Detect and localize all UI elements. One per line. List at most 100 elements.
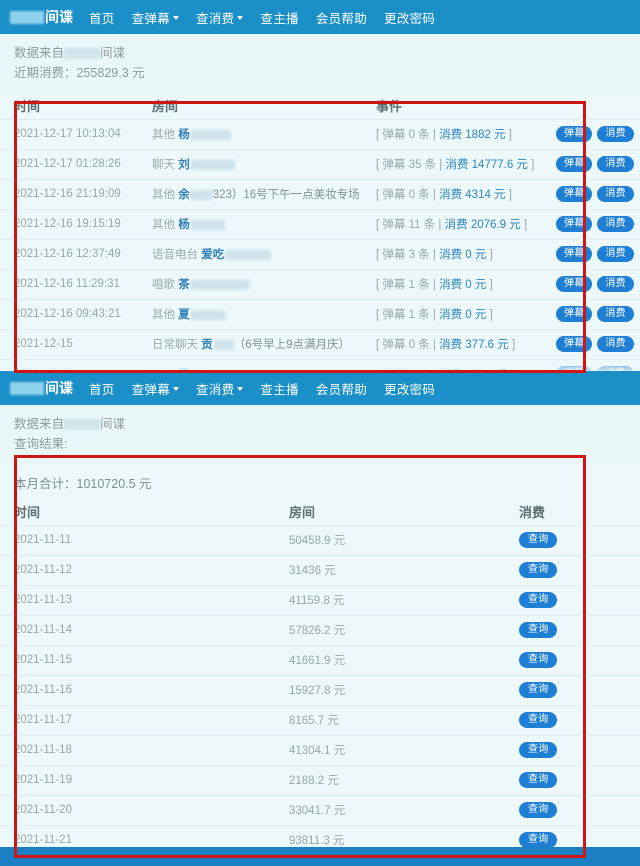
- table-row: 2021-12-16 19:15:19 其他 杨[ 弹幕 11 条 | 消费 20…: [0, 209, 640, 240]
- room-anchor-name[interactable]: 夏: [178, 309, 190, 321]
- table-row: 2021-12-16 09:43:21 其他 夏[ 弹幕 1 条 | 消费 0 元…: [0, 299, 640, 330]
- daily-spend-table: 时间 房间 消费 2021-11-11 50458.9 元查询 2021-11-12…: [0, 499, 640, 866]
- event-separator: 条 |: [415, 189, 440, 201]
- cell-event: [ 弹幕 35 条 | 消费 14777.6 元 ]: [362, 149, 540, 180]
- table-row: 2021-12-15其他 杨[ 弹幕 0 条 | 消费 377.6 元 ]弹幕消…: [0, 359, 640, 371]
- view-danmu-button[interactable]: 弹幕: [556, 336, 593, 352]
- event-separator: 条 |: [415, 279, 440, 291]
- room-anchor-name[interactable]: 杨: [178, 219, 190, 231]
- view-danmu-button[interactable]: 弹幕: [556, 246, 593, 262]
- event-spend-amount: 消费 377.6 元: [439, 339, 509, 351]
- event-separator: 条 |: [420, 219, 445, 231]
- data-source-prefix: 数据来自: [14, 417, 65, 431]
- query-button[interactable]: 查询: [519, 682, 558, 698]
- query-button[interactable]: 查询: [519, 832, 558, 848]
- table-row: 2021-12-16 11:29:31 唱歌 茶[ 弹幕 1 条 | 消费 0 元…: [0, 269, 640, 300]
- nav-item-help[interactable]: 会员帮助: [316, 379, 367, 398]
- view-spend-button[interactable]: 消费: [597, 156, 634, 172]
- table-row: 2021-11-19 2188.2 元查询: [0, 765, 640, 796]
- nav-item-anchor[interactable]: 查主播: [260, 8, 298, 27]
- view-spend-button[interactable]: 消费: [597, 216, 634, 232]
- nav-item-anchor[interactable]: 查主播: [260, 379, 298, 398]
- data-source-redacted-block: [64, 419, 101, 431]
- table-row: 2021-11-18 41304.1 元查询: [0, 735, 640, 766]
- event-danmu-prefix: [ 弹幕: [376, 309, 409, 321]
- recent-spend-value: 255829.3 元: [76, 66, 145, 80]
- event-danmu-prefix: [ 弹幕: [376, 279, 409, 291]
- cell-actions: 查询: [505, 525, 640, 556]
- room-category: 其他: [152, 189, 179, 201]
- site-brand[interactable]: 间谍: [10, 7, 73, 27]
- view-danmu-button[interactable]: 弹幕: [556, 276, 593, 292]
- event-separator: 条 |: [415, 249, 440, 261]
- view-danmu-button[interactable]: 弹幕: [556, 306, 593, 322]
- cell-room: 语音电台 爱吃: [138, 239, 362, 270]
- cell-date: 2021-11-20: [0, 795, 275, 826]
- nav-item-danmu[interactable]: 查弹幕: [132, 379, 180, 398]
- view-danmu-button[interactable]: 弹幕: [556, 186, 593, 202]
- view-spend-button[interactable]: 消费: [597, 126, 634, 142]
- records-table-body: 2021-12-17 10:13:04 其他 杨[ 弹幕 0 条 | 消费 188…: [0, 119, 640, 371]
- query-button[interactable]: 查询: [519, 622, 558, 638]
- cell-amount: 8165.7 元: [275, 705, 505, 736]
- cell-time: 2021-12-15: [0, 329, 138, 360]
- query-button[interactable]: 查询: [519, 772, 558, 788]
- table-row: 2021-11-14 57826.2 元查询: [0, 615, 640, 646]
- table-row: 2021-11-12 31436 元查询: [0, 555, 640, 586]
- site-brand[interactable]: 间谍: [10, 378, 73, 398]
- cell-actions: 弹幕消费: [540, 179, 640, 210]
- view-danmu-button[interactable]: 弹幕: [556, 216, 593, 232]
- room-anchor-name[interactable]: 茶: [178, 279, 190, 291]
- cell-amount: 41661.9 元: [275, 645, 505, 676]
- query-button[interactable]: 查询: [519, 532, 558, 548]
- cell-room: 其他 杨: [138, 209, 362, 240]
- query-button[interactable]: 查询: [519, 712, 558, 728]
- room-anchor-name[interactable]: 爱吃: [201, 249, 224, 261]
- nav-item-spend[interactable]: 查消费: [196, 8, 244, 27]
- event-danmu-prefix: [ 弹幕: [376, 249, 409, 261]
- view-spend-button[interactable]: 消费: [597, 246, 634, 262]
- view-danmu-button[interactable]: 弹幕: [556, 126, 593, 142]
- nav-item-home[interactable]: 首页: [89, 8, 115, 27]
- daily-spend-panel: 本月合计：1010720.5 元 时间 房间 消费 2021-11-11 5045…: [0, 464, 640, 866]
- cell-actions: 查询: [505, 705, 640, 736]
- data-source-suffix: 间谍: [100, 46, 126, 60]
- view-spend-button[interactable]: 消费: [597, 276, 634, 292]
- nav-item-spend[interactable]: 查消费: [196, 379, 244, 398]
- room-anchor-name[interactable]: 贡: [201, 339, 213, 351]
- event-separator: 条 |: [415, 129, 440, 141]
- nav-item-home[interactable]: 首页: [89, 379, 115, 398]
- view-spend-button[interactable]: 消费: [597, 186, 634, 202]
- data-source-line: 数据来自 间谍: [14, 43, 626, 63]
- nav-item-danmu[interactable]: 查弹幕: [132, 8, 180, 27]
- cell-actions: 弹幕消费: [540, 269, 640, 300]
- query-button[interactable]: 查询: [519, 592, 558, 608]
- cell-event: [ 弹幕 1 条 | 消费 0 元 ]: [362, 269, 540, 300]
- room-anchor-name[interactable]: 刘: [178, 159, 190, 171]
- view-spend-button[interactable]: 消费: [597, 336, 634, 352]
- view-spend-button[interactable]: 消费: [597, 306, 634, 322]
- query-button[interactable]: 查询: [519, 742, 558, 758]
- brand-label: 间谍: [45, 380, 73, 396]
- cell-time: 2021-12-16 19:15:19: [0, 209, 138, 240]
- cell-event: [ 弹幕 0 条 | 消费 1882 元 ]: [362, 119, 540, 150]
- nav-item-help[interactable]: 会员帮助: [316, 8, 367, 27]
- nav-item-change-password-label: 更改密码: [384, 11, 436, 26]
- cell-date: 2021-11-15: [0, 645, 275, 676]
- event-spend-amount: 消费 0 元: [439, 309, 487, 321]
- query-button[interactable]: 查询: [519, 562, 558, 578]
- table-row: 2021-11-11 50458.9 元查询: [0, 525, 640, 556]
- nav-item-change-password[interactable]: 更改密码: [384, 8, 435, 27]
- event-suffix: ]: [486, 309, 493, 321]
- nav-item-change-password[interactable]: 更改密码: [384, 379, 435, 398]
- room-category: 日常聊天: [152, 339, 202, 351]
- event-spend-amount: 消费 14777.6 元: [445, 159, 528, 171]
- table-row: 2021-11-16 15927.8 元查询: [0, 675, 640, 706]
- cell-date: 2021-11-18: [0, 735, 275, 766]
- query-button[interactable]: 查询: [519, 802, 558, 818]
- view-danmu-button[interactable]: 弹幕: [556, 156, 593, 172]
- nav-item-help-label: 会员帮助: [315, 382, 368, 397]
- room-anchor-name[interactable]: 余: [178, 189, 190, 201]
- query-button[interactable]: 查询: [519, 652, 558, 668]
- room-anchor-name[interactable]: 杨: [178, 129, 190, 141]
